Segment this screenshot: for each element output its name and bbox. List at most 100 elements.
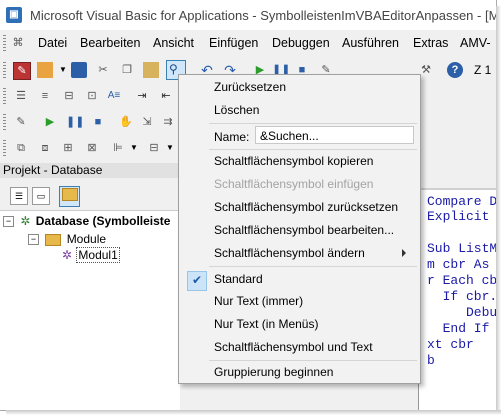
menu-item-nur-text-immer[interactable]: Nur Text (immer)	[179, 290, 420, 312]
breakpoint-hand-icon[interactable]: ✋	[118, 114, 134, 130]
userform-toolbar: ⧉ ⧈ ⊞ ⊠ ⊫ ▼ ⊟ ▼	[0, 136, 180, 160]
view-code-icon[interactable]: ☰	[10, 187, 28, 205]
tree-label: Module	[66, 232, 107, 246]
tree-node-modul1[interactable]: ✲ Modul1	[62, 247, 120, 263]
toolbar-grip[interactable]	[3, 62, 6, 78]
collapse-icon[interactable]: −	[28, 234, 39, 246]
tree-label: Database (Symbolleiste	[35, 214, 171, 228]
toolbar-grip[interactable]	[3, 88, 6, 104]
menu-item-symbol-zuruecksetzen[interactable]: Schaltflächensymbol zurücksetzen	[179, 196, 420, 218]
debug-toolbar: ✎ ▶ ❚❚ ■ ✋ ⇲ ⇉	[0, 110, 180, 134]
menu-ansicht[interactable]: Ansicht	[153, 36, 194, 50]
menu-item-loeschen[interactable]: Löschen	[179, 99, 420, 121]
dropdown-arrow-icon[interactable]: ▼	[162, 140, 178, 156]
ungroup-icon[interactable]: ⊠	[84, 140, 100, 156]
toggle-folders-button[interactable]	[59, 186, 80, 207]
center-icon[interactable]: ⊟	[146, 140, 162, 156]
list-constants-icon[interactable]: ≡	[37, 88, 53, 104]
toolbar-grip[interactable]	[3, 114, 6, 130]
menu-item-gruppierung-beginnen[interactable]: Gruppierung beginnen	[179, 361, 420, 383]
folder-icon	[62, 188, 78, 201]
indent-icon[interactable]: ⇥	[134, 88, 150, 104]
vba-project-icon: ✲	[20, 214, 31, 228]
parameter-info-icon[interactable]: ⊡	[84, 88, 100, 104]
quick-info-icon[interactable]: ⊟	[61, 88, 77, 104]
code-line: Compare D	[427, 194, 497, 209]
binoculars-icon: ⚲	[169, 62, 178, 76]
menu-item-zuruecksetzen[interactable]: Zurücksetzen	[179, 76, 420, 98]
tree-label: Modul1	[76, 247, 120, 263]
help-icon[interactable]: ?	[447, 62, 463, 78]
menu-extras[interactable]: Extras	[413, 36, 448, 50]
vba-menu-icon[interactable]: ⌘	[10, 35, 26, 51]
window-shadow	[496, 6, 501, 410]
folder-icon	[45, 233, 62, 246]
menu-einfuegen[interactable]: Einfügen	[209, 36, 258, 50]
submenu-arrow-icon	[402, 249, 406, 257]
name-label: Name:	[214, 130, 250, 144]
code-line: Explicit	[427, 209, 490, 224]
send-to-back-icon[interactable]: ⧈	[37, 140, 53, 156]
reset-icon[interactable]: ■	[90, 114, 106, 130]
code-line: m cbr As C	[427, 257, 490, 272]
group-icon[interactable]: ⊞	[60, 140, 76, 156]
outdent-icon[interactable]: ⇤	[158, 88, 174, 104]
align-icon[interactable]: ⊫	[110, 140, 126, 156]
cursor-position: Z 1	[474, 63, 492, 77]
module-icon: ✲	[62, 248, 73, 262]
list-properties-icon[interactable]: ☰	[13, 88, 29, 104]
code-line: Sub ListM	[427, 241, 497, 256]
menu-item-symbol-kopieren[interactable]: Schaltflächensymbol kopieren	[179, 150, 420, 172]
menu-debuggen[interactable]: Debuggen	[272, 36, 330, 50]
run-icon[interactable]: ▶	[42, 114, 58, 130]
project-pane-title: Projekt - Database	[0, 163, 183, 178]
vba-icon: ▣	[6, 7, 22, 23]
view-access-icon[interactable]: ✎	[13, 62, 31, 80]
window-shadow	[6, 410, 501, 415]
menu-item-symbol-aendern[interactable]: Schaltflächensymbol ändern	[179, 242, 420, 264]
step-over-icon[interactable]: ⇉	[160, 114, 176, 130]
menubar-grip[interactable]	[3, 35, 6, 51]
menu-item-nur-text-menues[interactable]: Nur Text (in Menüs)	[179, 313, 420, 335]
cut-icon[interactable]: ✂	[95, 62, 111, 78]
menu-ausfuehren[interactable]: Ausführen	[342, 36, 399, 50]
save-icon[interactable]	[71, 62, 87, 78]
menu-bar: ⌘ Datei Bearbeiten Ansicht Einfügen Debu…	[0, 31, 496, 55]
step-into-icon[interactable]: ⇲	[139, 114, 155, 130]
menu-item-symbol-bearbeiten[interactable]: Schaltflächensymbol bearbeiten...	[179, 219, 420, 241]
menu-datei[interactable]: Datei	[38, 36, 67, 50]
code-window-border	[418, 188, 496, 190]
paste-icon[interactable]	[143, 62, 159, 78]
tree-node-module-folder[interactable]: − Module	[28, 232, 106, 246]
menu-item-standard[interactable]: Standard	[179, 267, 420, 289]
window-title: Microsoft Visual Basic for Applications …	[30, 8, 497, 23]
toolbar-grip[interactable]	[3, 140, 6, 156]
vba-editor-window: ▣ Microsoft Visual Basic for Application…	[0, 0, 497, 411]
view-object-icon[interactable]: ▭	[32, 187, 50, 205]
menu-item-symbol-einfuegen: Schaltflächensymbol einfügen	[214, 177, 374, 191]
code-line: xt cbr	[427, 337, 474, 352]
code-line: b	[427, 353, 435, 368]
tree-node-project[interactable]: − ✲ Database (Symbolleiste	[3, 214, 170, 228]
collapse-icon[interactable]: −	[3, 216, 14, 228]
break-icon[interactable]: ❚❚	[66, 114, 84, 130]
edit-toolbar: ☰ ≡ ⊟ ⊡ A≡ ⇥ ⇤	[0, 84, 180, 108]
menu-amv[interactable]: AMV-	[460, 36, 491, 50]
menu-item-symbol-und-text[interactable]: Schaltflächensymbol und Text	[179, 336, 420, 358]
dropdown-arrow-icon[interactable]: ▼	[126, 140, 142, 156]
dropdown-arrow-icon[interactable]: ▼	[55, 62, 71, 78]
toolbar-button-context-menu: Zurücksetzen Löschen Name: &Suchen... Sc…	[178, 74, 421, 384]
name-field[interactable]: &Suchen...	[255, 126, 414, 144]
project-pane-toolbar: ☰ ▭	[0, 180, 180, 211]
bring-to-front-icon[interactable]: ⧉	[13, 140, 29, 156]
project-tree[interactable]: − ✲ Database (Symbolleiste − Module ✲ Mo…	[0, 211, 180, 410]
insert-userform-icon[interactable]	[37, 62, 53, 78]
complete-word-icon[interactable]: A≡	[106, 88, 122, 104]
title-bar: ▣ Microsoft Visual Basic for Application…	[0, 0, 496, 30]
menu-bearbeiten[interactable]: Bearbeiten	[80, 36, 140, 50]
code-window[interactable]: Compare D Explicit Sub ListM m cbr As C …	[418, 188, 497, 410]
copy-icon[interactable]: ❐	[119, 62, 135, 78]
code-line: End If	[427, 321, 490, 336]
code-line: If cbr.I	[442, 289, 497, 304]
design-mode-icon[interactable]: ✎	[13, 114, 29, 130]
